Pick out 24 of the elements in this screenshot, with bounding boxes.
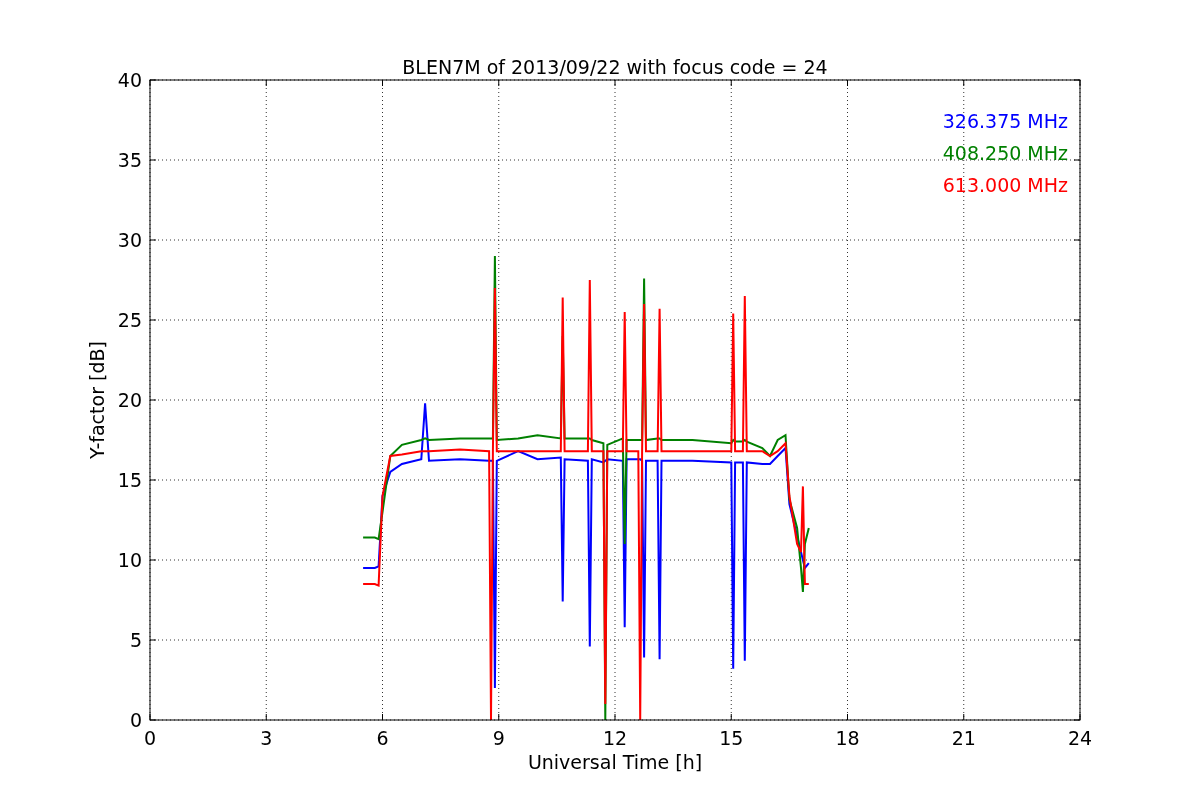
- legend-label: 613.000 MHz: [942, 174, 1068, 196]
- legend-label: 408.250 MHz: [942, 142, 1068, 164]
- x-tick-label: 18: [835, 727, 860, 749]
- y-axis-label: Y-factor [dB]: [86, 341, 108, 459]
- y-tick-label: 35: [117, 149, 142, 171]
- chart-title: BLEN7M of 2013/09/22 with focus code = 24: [402, 56, 828, 78]
- x-axis-label: Universal Time [h]: [527, 751, 703, 773]
- x-tick-label: 15: [719, 727, 744, 749]
- y-tick-label: 0: [129, 709, 142, 731]
- x-tick-label: 3: [260, 727, 273, 749]
- x-tick-label: 6: [376, 727, 389, 749]
- y-tick-label: 30: [117, 229, 142, 251]
- x-tick-label: 24: [1067, 727, 1093, 749]
- y-tick-label: 25: [117, 309, 142, 331]
- y-tick-label: 15: [117, 469, 142, 491]
- x-tick-label: 0: [143, 727, 157, 749]
- y-tick-label: 5: [129, 629, 142, 651]
- y-tick-label: 40: [117, 69, 142, 91]
- x-tick-label: 21: [951, 727, 976, 749]
- legend-label: 326.375 MHz: [942, 110, 1068, 132]
- y-tick-label: 10: [117, 549, 142, 571]
- x-tick-label: 12: [602, 727, 628, 749]
- x-tick-label: 9: [492, 727, 505, 749]
- y-tick-label: 20: [117, 389, 142, 411]
